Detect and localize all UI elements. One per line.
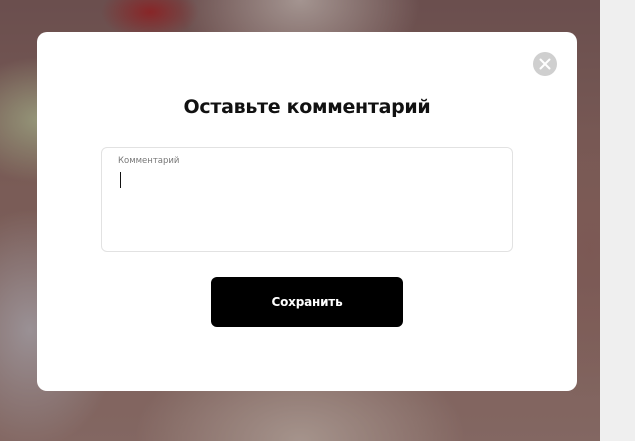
comment-field[interactable]: Комментарий — [101, 147, 513, 252]
text-caret — [120, 172, 121, 188]
page-scroll-area — [600, 0, 635, 441]
close-button[interactable] — [533, 52, 557, 76]
modal-title: Оставьте комментарий — [183, 96, 431, 118]
comment-textarea[interactable] — [117, 170, 497, 240]
save-button[interactable]: Сохранить — [211, 277, 403, 327]
page: Оставьте комментарий Комментарий Сохрани… — [0, 0, 635, 441]
close-icon — [539, 58, 551, 70]
comment-field-label: Комментарий — [118, 156, 180, 166]
comment-modal: Оставьте комментарий Комментарий Сохрани… — [37, 32, 577, 391]
